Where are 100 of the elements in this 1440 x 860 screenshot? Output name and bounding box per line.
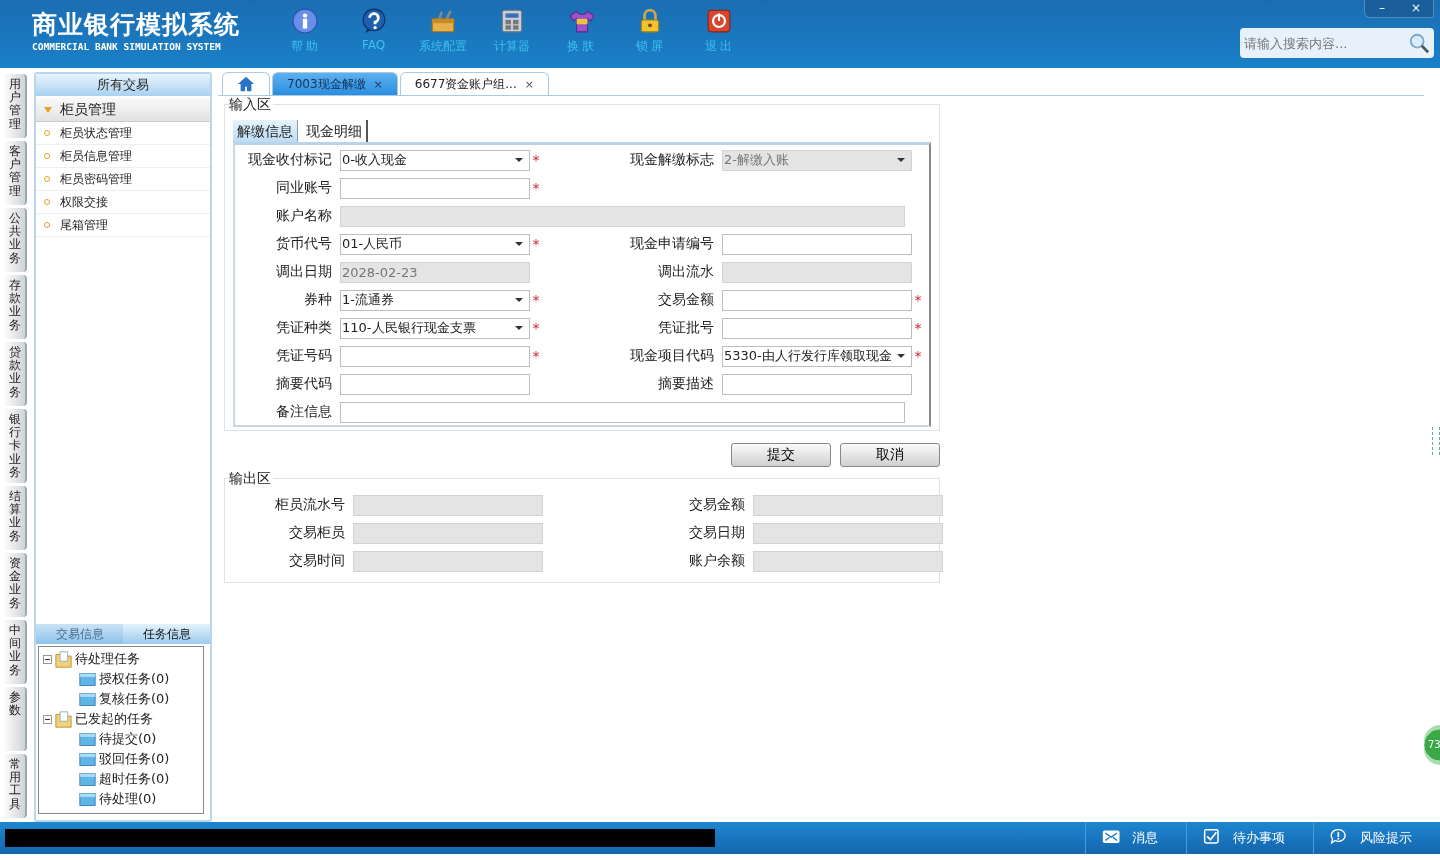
side-tab[interactable]: 客户管理: [3, 141, 27, 205]
tree-item[interactable]: 授权任务(0): [99, 670, 170, 688]
folder-icon: [55, 650, 72, 668]
dropdown-arrow-icon: [897, 158, 905, 162]
side-tab[interactable]: 贷款业务: [3, 342, 27, 406]
dropdown[interactable]: 5330-由人行发行库领取现金: [722, 345, 912, 367]
search-icon: [1408, 32, 1430, 54]
side-tab[interactable]: 中间业务: [3, 619, 27, 684]
dropdown-arrow-icon: [515, 298, 523, 302]
section-title: 输出区: [229, 470, 273, 488]
dropdown[interactable]: 0-收入现金: [340, 149, 530, 171]
power-icon: [705, 8, 732, 34]
folder-icon: [79, 770, 96, 788]
field-label: 券种: [303, 291, 333, 309]
submit-button[interactable]: 提交: [731, 443, 831, 467]
tab[interactable]: 现金明细: [302, 120, 368, 142]
dropdown[interactable]: 110-人民银行现金支票: [340, 317, 530, 339]
required-mark: *: [531, 348, 541, 364]
menu-item[interactable]: 柜员状态管理: [36, 122, 210, 145]
field-label: 调出日期: [275, 263, 333, 281]
status-button[interactable]: 待办事项: [1186, 822, 1313, 854]
tree-item[interactable]: 已发起的任务: [75, 710, 153, 728]
side-tab[interactable]: 公共业务: [3, 208, 27, 272]
field-label: 货币代号: [275, 235, 333, 253]
tree-item[interactable]: 待提交(0): [99, 730, 157, 748]
field-label: 现金项目代码: [629, 347, 715, 365]
menu-item[interactable]: 权限交接: [36, 191, 210, 214]
field-label: 备注信息: [275, 403, 333, 421]
tab[interactable]: 6677资金账户组... ×: [399, 72, 549, 95]
search-field[interactable]: 请输入搜索内容...: [1240, 28, 1434, 58]
menu-item[interactable]: 柜员密码管理: [36, 168, 210, 191]
panel-title: 所有交易: [36, 74, 210, 96]
field-label: 调出流水: [657, 263, 715, 281]
side-tab[interactable]: 银行卡业务: [3, 409, 27, 483]
side-tab[interactable]: 存款业务: [3, 275, 27, 339]
expander-icon[interactable]: [43, 654, 52, 664]
panel-tab[interactable]: 交易信息: [36, 624, 123, 644]
input-field[interactable]: [722, 373, 912, 395]
close-button[interactable]: ×: [1399, 0, 1433, 17]
menu-group[interactable]: 柜员管理: [36, 98, 210, 122]
input-field[interactable]: [722, 317, 912, 339]
field-label: 交易时间: [288, 552, 346, 570]
status-button[interactable]: 风险提示: [1313, 822, 1440, 854]
field-label: 现金收付标记: [247, 151, 333, 169]
required-mark: *: [913, 320, 923, 336]
menu-item[interactable]: 柜员信息管理: [36, 145, 210, 168]
dropdown-arrow-icon: [515, 242, 523, 246]
close-icon[interactable]: ×: [524, 77, 534, 91]
field-label: 柜员流水号: [274, 496, 346, 514]
panel-tab[interactable]: 任务信息: [123, 624, 210, 644]
close-icon[interactable]: ×: [373, 77, 383, 91]
field-label: 凭证种类: [275, 319, 333, 337]
minimize-button[interactable]: –: [1365, 0, 1399, 17]
field-label: 交易日期: [688, 524, 746, 542]
app-subtitle: COMMERCIAL BANK SIMULATION SYSTEM: [32, 41, 222, 52]
side-tab[interactable]: 用户管理: [3, 74, 27, 138]
required-mark: *: [531, 152, 541, 168]
side-tab[interactable]: 结算业务: [3, 485, 27, 550]
side-tab[interactable]: 常用工具: [3, 753, 27, 818]
dropdown-arrow-icon: [515, 158, 523, 162]
field-label: 凭证批号: [657, 319, 715, 337]
dropdown[interactable]: 01-人民币: [340, 233, 530, 255]
field-label: 交易金额: [657, 291, 715, 309]
tab[interactable]: 解缴信息: [233, 120, 298, 142]
help-icon: [360, 8, 387, 34]
tree-item[interactable]: 待处理(0): [99, 790, 157, 808]
toolbox-icon: [429, 8, 456, 34]
input-field[interactable]: [722, 289, 912, 311]
side-tab[interactable]: 资金业务: [3, 552, 27, 617]
folder-icon: [79, 670, 96, 688]
input-field[interactable]: [340, 373, 530, 395]
folder-icon: [79, 750, 96, 768]
home-tab[interactable]: [222, 72, 270, 95]
collapse-handle[interactable]: [1432, 427, 1440, 455]
app-title: 商业银行模拟系统: [32, 10, 241, 40]
input-field[interactable]: [340, 401, 905, 423]
cancel-button[interactable]: 取消: [840, 443, 940, 467]
required-mark: *: [913, 348, 923, 364]
tree-item[interactable]: 待处理任务: [75, 650, 140, 668]
dropdown-arrow-icon: [515, 326, 523, 330]
field-label: 凭证号码: [275, 347, 333, 365]
folder-icon: [55, 710, 72, 728]
input-field[interactable]: [722, 233, 912, 255]
input-field[interactable]: [340, 177, 530, 199]
tree-item[interactable]: 复核任务(0): [99, 690, 170, 708]
menu-item[interactable]: 尾箱管理: [36, 214, 210, 237]
status-button[interactable]: 消息: [1085, 822, 1186, 854]
expander-icon[interactable]: [43, 714, 52, 724]
tree-item[interactable]: 驳回任务(0): [99, 750, 170, 768]
side-tab[interactable]: 参数: [3, 686, 27, 751]
field-label: 账户余额: [688, 552, 746, 570]
field-label: 现金申请编号: [629, 235, 715, 253]
field-label: 交易柜员: [288, 524, 346, 542]
required-mark: *: [531, 180, 541, 196]
tab[interactable]: 7003现金解缴 ×: [272, 72, 398, 95]
folder-icon: [79, 730, 96, 748]
tree-item[interactable]: 超时任务(0): [99, 770, 170, 788]
field-label: 摘要代码: [275, 375, 333, 393]
dropdown[interactable]: 1-流通券: [340, 289, 530, 311]
input-field[interactable]: [340, 345, 530, 367]
